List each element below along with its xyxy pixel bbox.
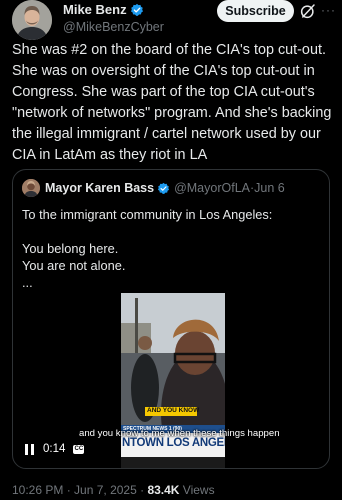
author-display-name[interactable]: Mike Benz: [63, 2, 164, 18]
tweet-time[interactable]: 10:26 PM: [12, 483, 63, 497]
quoted-tweet-header: Mayor Karen Bass @MayorOfLA · Jun 6: [22, 179, 285, 197]
quoted-tweet[interactable]: Mayor Karen Bass @MayorOfLA · Jun 6 To t…: [12, 169, 330, 469]
video-caption: and you know to me when these things hap…: [79, 428, 280, 439]
quoted-author-avatar[interactable]: [22, 179, 40, 197]
video-player[interactable]: AND YOU KNOW SPECTRUM NEWS 1 (90) NTOWN …: [121, 293, 225, 468]
video-time: 0:14: [43, 443, 66, 455]
author-avatar[interactable]: [12, 0, 52, 40]
tweet-meta: 10:26 PM · Jun 7, 2025 · 83.4K Views: [12, 483, 215, 497]
tweet-header: Mike Benz @MikeBenzCyber Subscribe ···: [12, 0, 335, 40]
video-controls: 0:14 CC: [25, 443, 85, 455]
verified-badge-icon: [130, 3, 143, 16]
separator-dot: ·: [136, 483, 148, 497]
subscribe-button[interactable]: Subscribe: [217, 0, 294, 22]
verified-badge-icon: [157, 182, 170, 194]
captions-icon[interactable]: CC: [73, 444, 85, 454]
quoted-tweet-text: To the immigrant community in Los Angele…: [22, 207, 273, 290]
grok-icon[interactable]: [299, 2, 317, 20]
views-label: Views: [179, 483, 215, 497]
video-overlay-text: AND YOU KNOW: [147, 407, 200, 414]
tweet-date[interactable]: Jun 7, 2025: [74, 483, 137, 497]
more-icon[interactable]: ···: [321, 3, 336, 17]
quoted-tweet-date[interactable]: Jun 6: [254, 181, 285, 195]
quoted-author-handle[interactable]: @MayorOfLA: [174, 181, 250, 195]
tweet-text: She was #2 on the board of the CIA's top…: [12, 42, 332, 163]
views-count[interactable]: 83.4K: [147, 483, 179, 497]
pause-icon[interactable]: [25, 443, 35, 455]
separator-dot: ·: [63, 483, 75, 497]
author-names: Mike Benz @MikeBenzCyber: [63, 2, 164, 35]
author-handle[interactable]: @MikeBenzCyber: [63, 19, 164, 35]
quoted-author-display-name[interactable]: Mayor Karen Bass: [45, 181, 154, 195]
